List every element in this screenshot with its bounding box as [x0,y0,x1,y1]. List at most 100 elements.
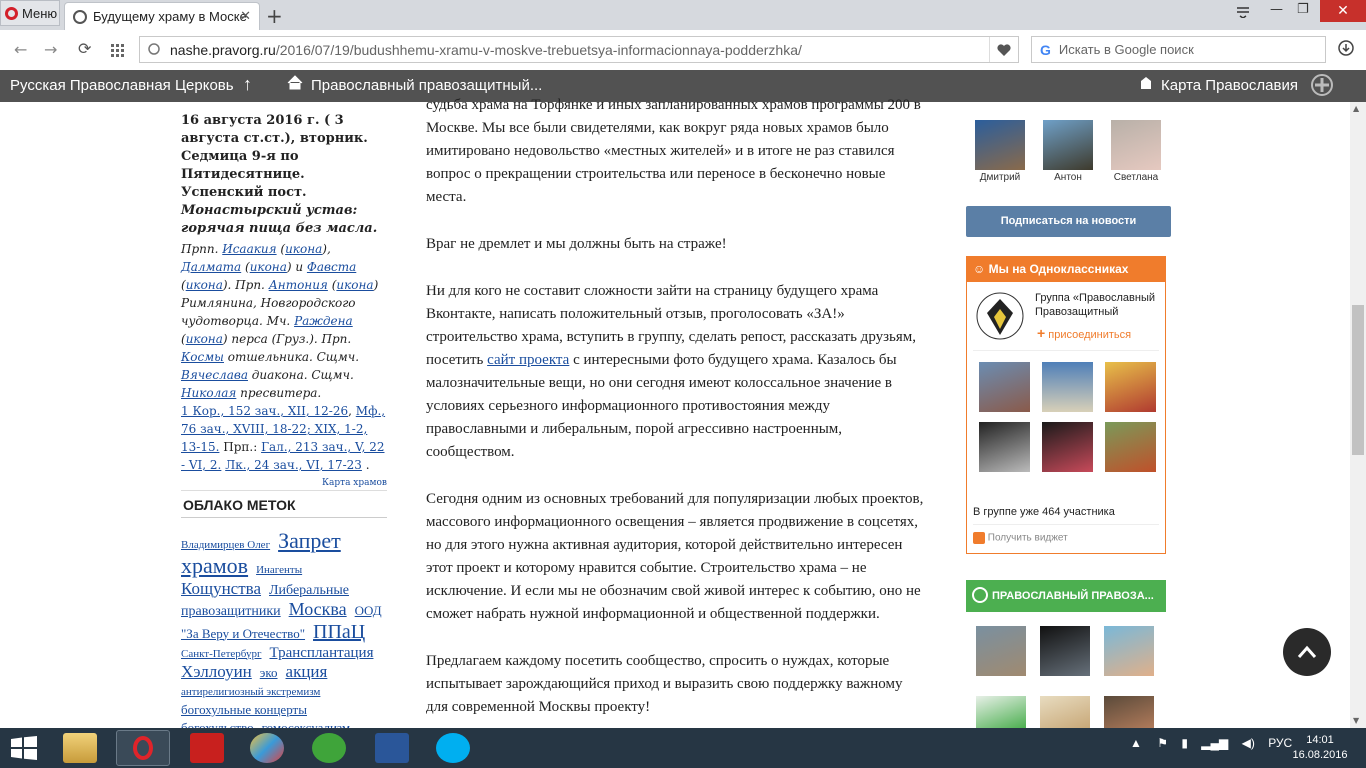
vk-group-widget-header[interactable]: ПРАВОСЛАВНЫЙ ПРАВОЗА... [966,580,1166,612]
tag-cloud-item[interactable]: богохульные концерты [181,702,307,717]
search-placeholder: Искать в Google поиск [1058,42,1194,57]
saint-link[interactable]: Раждена [294,314,353,328]
window-close-icon[interactable]: ✕ [1320,0,1366,22]
opera-taskbar-icon[interactable] [116,730,170,766]
site-info-icon[interactable] [148,42,160,58]
minimize-icon[interactable]: — [1270,2,1283,17]
ok-member-photo[interactable] [979,422,1030,472]
tag-cloud-item[interactable]: ППаЦ [313,621,365,643]
battery-icon[interactable]: ▮ [1181,736,1188,750]
flag-icon[interactable]: ⚑ [1157,736,1168,750]
tag-cloud-item[interactable]: Трансплантация [269,645,373,661]
member-name[interactable]: Дмитрий [970,172,1030,183]
speed-dial-icon[interactable] [111,42,124,61]
nav-russian-orthodox-church[interactable]: Русская Православная Церковь [10,77,234,94]
bookmark-heart-icon[interactable] [989,37,1018,62]
vk-member-avatar[interactable] [1040,696,1090,728]
member-avatar[interactable] [975,120,1025,170]
saint-link[interactable]: Антония [269,278,328,292]
home-icon[interactable] [287,75,303,94]
tag-cloud-item[interactable]: Владимирцев Олег [181,539,270,551]
reading-text: , [348,404,356,418]
saint-link[interactable]: икона [336,278,373,292]
saint-link[interactable]: Николая [181,386,236,400]
saint-link[interactable]: Космы [181,350,224,364]
acrobat-reader-icon[interactable] [190,733,224,763]
plus-circle-icon[interactable] [1310,73,1334,101]
tag-cloud-item[interactable]: Санкт-Петербург [181,648,261,660]
browser-tab-active[interactable]: Будущему храму в Моске ✕ [64,2,260,30]
saint-link[interactable]: икона [186,278,223,292]
vk-member-avatar[interactable] [1104,696,1154,728]
saint-link[interactable]: Далмата [181,260,241,274]
tag-cloud-item[interactable]: антирелигиозный экстремизм [181,686,320,698]
scrollbar-thumb[interactable] [1352,305,1364,455]
forward-icon[interactable]: → [44,40,57,59]
scroll-up-arrow-icon[interactable]: ▲ [1353,104,1359,113]
search-input[interactable]: G Искать в Google поиск [1031,36,1326,63]
saint-link[interactable]: икона [250,260,287,274]
volume-icon[interactable]: ◀) [1242,736,1255,750]
saint-text: ). Прп. [222,278,269,292]
saint-link[interactable]: Фавста [307,260,356,274]
tag-cloud-item[interactable]: Кощунства [181,579,261,598]
tag-cloud-item[interactable]: эко [260,665,278,680]
nav-orthodox-rights-link[interactable]: Православный правозащитный... [311,77,542,94]
saint-link[interactable]: Вячеслава [181,368,248,382]
utorrent-icon[interactable] [312,733,346,763]
saint-link[interactable]: икона [186,332,223,346]
downloads-icon[interactable] [1338,40,1354,60]
tag-cloud-item[interactable]: Москва [289,599,347,619]
subscribe-news-button[interactable]: Подписаться на новости [966,206,1171,237]
ok-member-photo[interactable] [1105,422,1156,472]
ok-join-link[interactable]: + присоединиться [1037,325,1131,341]
file-explorer-icon[interactable] [63,733,97,763]
tab-close-icon[interactable]: ✕ [240,8,251,24]
tab-list-icon[interactable] [1236,6,1250,22]
tray-expand-icon[interactable]: ▲ [1130,736,1142,750]
ok-member-photo[interactable] [1105,362,1156,412]
new-tab-icon[interactable]: + [266,4,283,28]
reading-link[interactable]: 1 Кор., 152 зач., XII, 12-26 [181,404,348,418]
nav-orthodoxy-map[interactable]: Карта Православия [1161,77,1298,94]
opera-menu-button[interactable]: Меню [0,0,60,26]
reading-link[interactable]: Лк., 24 зач., VI, 17-23 [225,458,362,472]
tag-cloud-item[interactable]: Инагенты [256,564,302,576]
skype-icon[interactable] [436,733,470,763]
ok-member-photo[interactable] [1042,422,1093,472]
member-name[interactable]: Светлана [1106,172,1166,183]
vk-member-avatar[interactable] [1104,626,1154,676]
tag-cloud-item[interactable]: акция [286,662,328,681]
vk-member-avatar[interactable] [976,696,1026,728]
taskbar-clock[interactable]: 14:01 16.08.2016 [1290,733,1350,763]
ok-member-photo[interactable] [979,362,1030,412]
windows-start-icon[interactable] [11,736,37,764]
paint-icon[interactable] [250,733,284,763]
group-logo-icon[interactable] [975,291,1025,341]
reload-icon[interactable]: ⟳ [78,39,91,58]
project-site-link[interactable]: сайт проекта [487,352,569,368]
scroll-to-top-button[interactable] [1283,628,1331,676]
sidebar-calendar: 16 августа 2016 г. ( 3 августа ст.ст.), … [181,112,387,738]
article-paragraph: Предлагаем каждому посетить сообщество, … [426,653,903,715]
member-avatar[interactable] [1043,120,1093,170]
church-map-link[interactable]: Карта храмов [322,478,387,488]
ok-group-name[interactable]: Группа «Православный Правозащитный [1035,291,1161,319]
up-arrow-icon[interactable]: ↑ [243,74,252,95]
scroll-down-arrow-icon[interactable]: ▼ [1353,716,1359,725]
maximize-icon[interactable]: ❐ [1297,2,1309,17]
ok-member-photo[interactable] [1042,362,1093,412]
ok-get-widget-link[interactable]: Получить виджет [973,532,1068,544]
word-icon[interactable] [375,733,409,763]
member-avatar[interactable] [1111,120,1161,170]
input-language[interactable]: РУС [1268,736,1292,750]
tag-cloud-item[interactable]: Хэллоуин [181,662,252,681]
network-icon[interactable]: ▂▄▆ [1201,736,1228,750]
back-icon[interactable]: ← [14,40,27,59]
vk-member-avatar[interactable] [1040,626,1090,676]
url-input[interactable]: nashe.pravorg.ru/2016/07/19/budushhemu-x… [139,36,1019,63]
member-name[interactable]: Антон [1038,172,1098,183]
saint-link[interactable]: икона [285,242,322,256]
vk-member-avatar[interactable] [976,626,1026,676]
saint-link[interactable]: Исаакия [222,242,276,256]
